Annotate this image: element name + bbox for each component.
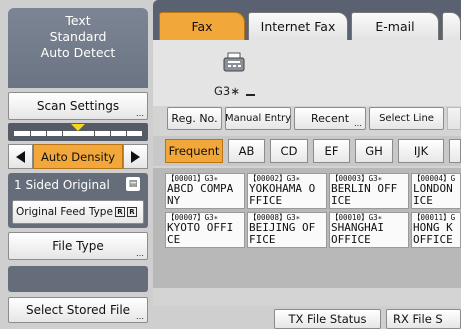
size-detect-text: Auto Detect <box>40 45 116 60</box>
tx-file-status-label: TX File Status <box>288 312 367 326</box>
density-tick <box>30 131 31 136</box>
index-tab-ijk[interactable]: IJK <box>398 139 444 163</box>
tab-more[interactable] <box>442 12 461 40</box>
destination-name-line2: CE <box>167 233 181 246</box>
density-tick <box>110 131 111 136</box>
destination-key[interactable]: 【00007】G3∗ KYOTO OFFI CE <box>165 212 245 248</box>
tab-fax[interactable]: Fax <box>159 12 245 40</box>
destination-list: 【00001】G3∗ ABCD COMPA NY 【00002】G3∗ YOKO… <box>153 168 461 288</box>
original-orientation-icon: ▤ <box>126 177 140 191</box>
index-tab-ab[interactable]: AB <box>228 139 265 163</box>
tab-email[interactable]: E-mail <box>351 12 439 40</box>
density-increase-button[interactable] <box>123 144 148 169</box>
scan-settings-button[interactable]: Scan Settings … <box>8 92 148 120</box>
select-line-button[interactable]: Select Line <box>369 107 444 130</box>
tab-internet-fax[interactable]: Internet Fax <box>248 12 348 40</box>
transmission-type-tabs: Fax Internet Fax E-mail <box>153 0 461 40</box>
toolbar-overflow-button[interactable] <box>447 107 461 130</box>
address-index-tabs: Frequent AB CD EF GH IJK <box>153 136 461 166</box>
scan-settings-summary: Text Standard Auto Detect <box>8 8 148 88</box>
manual-entry-label: Manual Entry <box>224 113 292 124</box>
destination-key[interactable]: 【00003】G3∗ BERLIN OFF ICE <box>329 173 409 209</box>
file-type-button[interactable]: File Type … <box>8 232 148 260</box>
reg-no-button[interactable]: Reg. No. <box>167 107 222 130</box>
destination-name-line2: ICE <box>413 194 433 207</box>
more-dots-icon: … <box>136 109 144 118</box>
more-dots-icon: … <box>136 249 144 258</box>
index-tab-more[interactable] <box>449 139 461 163</box>
destination-key[interactable]: 【00001】G3∗ ABCD COMPA NY <box>165 173 245 209</box>
auto-density-button[interactable]: Auto Density <box>33 144 123 169</box>
recent-button[interactable]: Recent … <box>294 107 366 130</box>
index-tab-gh[interactable]: GH <box>355 139 393 163</box>
scan-settings-label: Scan Settings <box>36 99 120 113</box>
tx-file-status-button[interactable]: TX File Status <box>274 309 381 329</box>
index-tab-frequent[interactable]: Frequent <box>165 139 223 163</box>
sided-original-text: 1 Sided Original <box>14 178 110 192</box>
destination-entry-field[interactable]: G3∗ <box>153 40 461 106</box>
more-dots-icon: … <box>136 312 144 321</box>
file-type-label: File Type <box>52 239 104 253</box>
destination-key[interactable]: 【00008】G3∗ BEIJING OF FICE <box>247 212 327 248</box>
select-stored-file-button[interactable]: Select Stored File … <box>8 297 148 323</box>
density-marker-icon <box>71 124 85 131</box>
destination-key[interactable]: 【00004】G LONDON ICE <box>411 173 461 209</box>
destination-name-line2: OFFICE <box>413 233 453 246</box>
destination-area: Fax Internet Fax E-mail G3∗ Reg. No. Man… <box>153 0 461 329</box>
destination-name-line2: OFFICE <box>331 233 371 246</box>
feed-r-icon: R <box>114 207 125 217</box>
manual-entry-button[interactable]: Manual Entry <box>225 107 291 130</box>
fax-machine-icon <box>223 52 245 72</box>
destination-name-line2: FICE <box>249 233 276 246</box>
density-tick <box>46 131 47 136</box>
rx-file-status-label: RX File S <box>393 312 443 326</box>
empty-settings-slot <box>8 266 148 292</box>
destination-key[interactable]: 【00002】G3∗ YOKOHAMA O FFICE <box>247 173 327 209</box>
feed-r-reversed-icon: R <box>126 207 137 217</box>
original-settings-panel: 1 Sided Original ▤ Original Feed Type R … <box>8 173 148 228</box>
density-decrease-button[interactable] <box>8 144 33 169</box>
density-tick <box>126 131 127 136</box>
resolution-text: Standard <box>49 29 107 44</box>
index-tab-ef[interactable]: EF <box>313 139 350 163</box>
input-cursor <box>246 94 255 96</box>
original-feed-type-label: Original Feed Type <box>16 206 113 218</box>
destination-name-line2: FFICE <box>249 194 283 207</box>
density-control: Auto Density <box>8 144 148 169</box>
destination-key[interactable]: 【00010】G3∗ SHANGHAI OFFICE <box>329 212 409 248</box>
original-feed-type-button[interactable]: Original Feed Type R R <box>12 200 144 224</box>
index-tab-cd[interactable]: CD <box>270 139 308 163</box>
resolution-type-text: Text <box>65 13 91 28</box>
arrow-right-icon <box>131 150 140 163</box>
density-tick <box>94 131 95 136</box>
density-tick <box>62 131 63 136</box>
select-stored-file-label: Select Stored File <box>25 303 131 317</box>
rx-file-status-button[interactable]: RX File S <box>386 309 461 329</box>
select-line-label: Select Line <box>379 113 434 124</box>
destination-key[interactable]: 【00011】G HONG K OFFICE <box>411 212 461 248</box>
destination-name-line2: ICE <box>331 194 351 207</box>
arrow-left-icon <box>16 150 25 163</box>
left-settings-column: Text Standard Auto Detect Scan Settings … <box>0 0 150 329</box>
more-dots-icon: … <box>354 119 362 128</box>
reg-no-label: Reg. No. <box>171 112 218 125</box>
line-mode-text: G3∗ <box>214 84 240 98</box>
recent-label: Recent <box>310 112 350 125</box>
bottom-status-bar: TX File Status RX File S <box>153 306 461 329</box>
density-track <box>14 131 142 136</box>
density-slider[interactable] <box>8 123 148 141</box>
destination-name-line2: NY <box>167 194 181 207</box>
